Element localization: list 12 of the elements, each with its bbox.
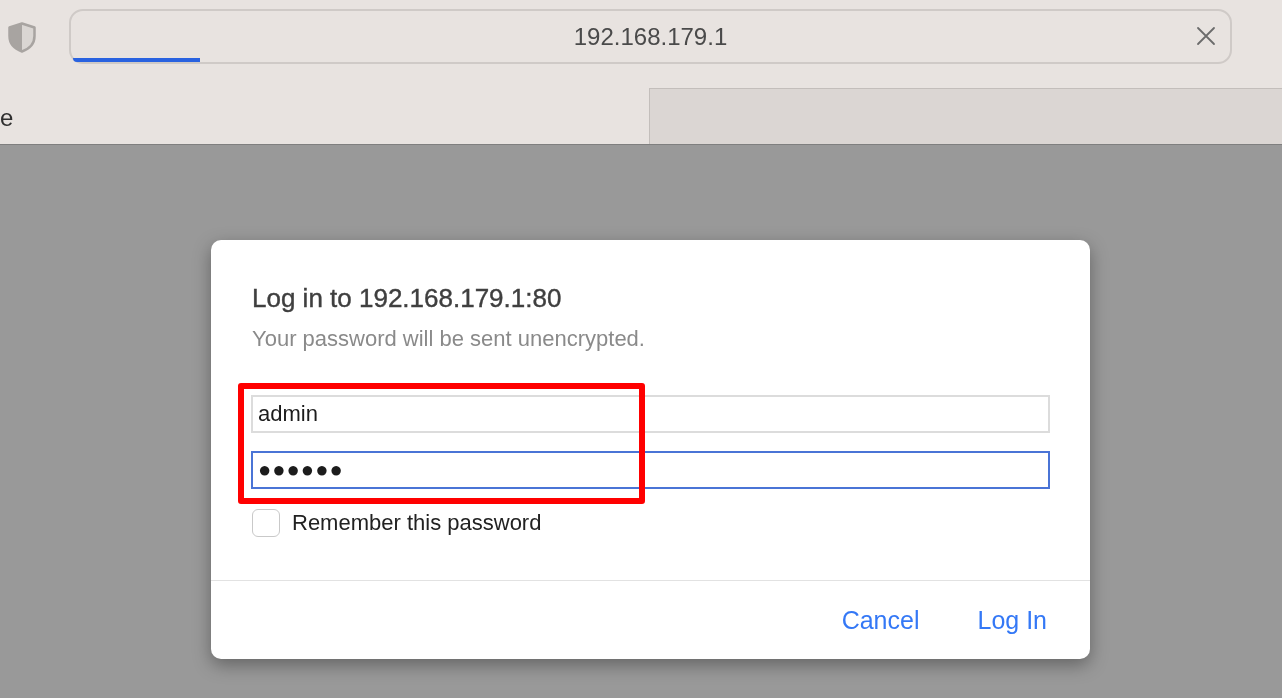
close-icon[interactable] xyxy=(1196,26,1216,46)
cancel-button[interactable]: Cancel xyxy=(838,603,923,637)
address-bar[interactable]: 192.168.179.1 xyxy=(69,9,1232,64)
checkbox-label: Remember this password xyxy=(292,510,542,536)
login-button[interactable]: Log In xyxy=(974,603,1050,637)
dialog-title: Log in to 192.168.179.1:80 xyxy=(252,283,563,313)
shield-icon[interactable] xyxy=(8,22,36,53)
username-field[interactable]: admin xyxy=(251,395,1050,433)
password-field[interactable]: ●●●●●● xyxy=(251,451,1050,489)
browser-tab[interactable]: e xyxy=(0,88,649,144)
checkbox[interactable] xyxy=(252,509,280,537)
dialog-subtitle: Your password will be sent unencrypted. xyxy=(252,326,646,352)
